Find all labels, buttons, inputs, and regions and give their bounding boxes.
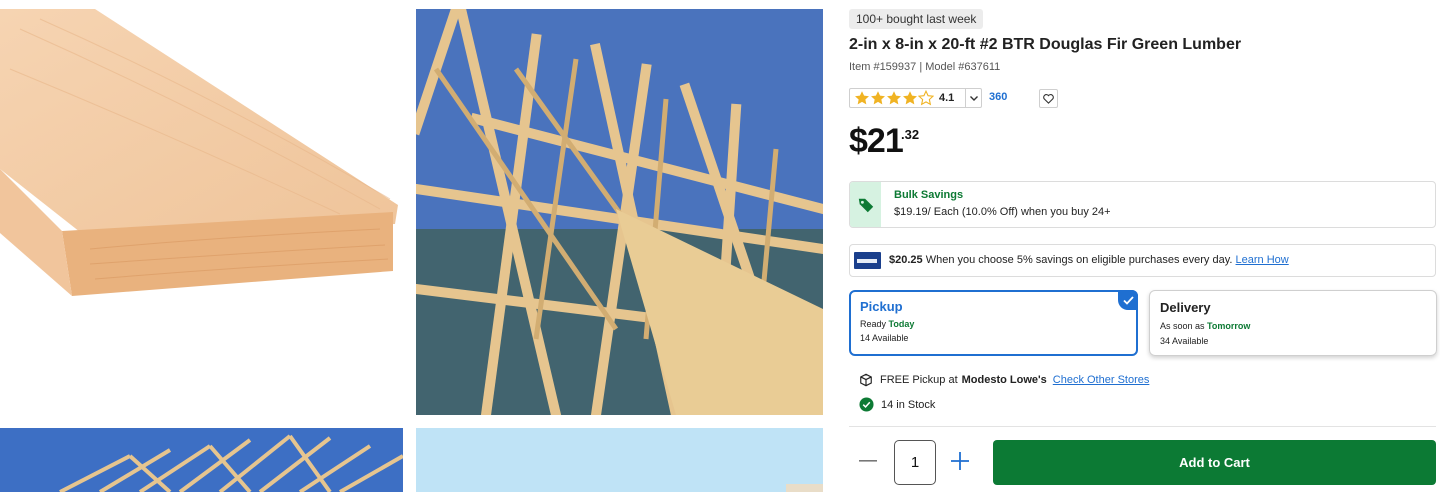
box-icon [860, 373, 872, 387]
learn-how-link[interactable]: Learn How [1236, 254, 1289, 266]
minus-icon [859, 460, 877, 462]
tag-icon [858, 198, 873, 212]
plus-icon [951, 452, 969, 470]
delivery-option[interactable]: Delivery As soon as Tomorrow 34 Availabl… [1149, 290, 1437, 356]
pickup-ready-label: Ready [860, 319, 887, 329]
pickup-title: Pickup [860, 299, 903, 314]
delivery-eta: As soon as Tomorrow [1160, 321, 1250, 331]
stock-row: 14 in Stock [859, 397, 935, 412]
promo-description: When you choose 5% savings on eligible p… [925, 254, 1233, 266]
divider [849, 426, 1436, 427]
delivery-eta-value: Tomorrow [1207, 321, 1251, 331]
review-count-link[interactable]: 360 [989, 91, 1007, 103]
product-title: 2-in x 8-in x 20-ft #2 BTR Douglas Fir G… [849, 36, 1242, 53]
promo-text: $20.25 When you choose 5% savings on eli… [889, 254, 1289, 266]
rating-widget[interactable]: 4.1 [849, 88, 982, 108]
bulk-savings-strip [850, 182, 881, 227]
pickup-option[interactable]: Pickup Ready Today 14 Available [849, 290, 1138, 356]
promo-amount: $20.25 [889, 254, 923, 266]
delivery-available: 34 Available [1160, 336, 1209, 346]
pickup-prefix: FREE Pickup at [880, 374, 958, 386]
bulk-savings-box: Bulk Savings $19.19/ Each (10.0% Off) wh… [849, 181, 1436, 228]
product-image-roof-truss-sky[interactable] [0, 428, 403, 492]
credit-card-promo: $20.25 When you choose 5% savings on eli… [849, 244, 1436, 277]
store-name: Modesto Lowe's [961, 374, 1047, 386]
add-to-cart-button[interactable]: Add to Cart [993, 440, 1436, 485]
star-icon [887, 91, 901, 105]
rating-value: 4.1 [939, 92, 955, 104]
star-icon [903, 91, 917, 105]
quantity-input[interactable]: 1 [894, 440, 936, 485]
selected-check-icon [1118, 290, 1138, 310]
pickup-ready-value: Today [888, 319, 915, 329]
pickup-available: 14 Available [860, 333, 909, 343]
bought-badge: 100+ bought last week [849, 9, 984, 29]
bulk-savings-title: Bulk Savings [894, 189, 964, 201]
credit-card-icon [854, 252, 881, 269]
check-circle-icon [859, 397, 874, 412]
bulk-savings-text: $19.19/ Each (10.0% Off) when you buy 24… [894, 206, 1111, 218]
product-ids: Item #159937 | Model #637611 [849, 61, 1001, 73]
star-icon [855, 91, 869, 105]
stock-text: 14 in Stock [881, 398, 936, 411]
star-rating [850, 90, 934, 106]
product-image-sky[interactable] [416, 428, 823, 492]
delivery-eta-label: As soon as [1160, 321, 1205, 331]
favorite-button[interactable] [1039, 89, 1058, 108]
quantity-decrease-button[interactable] [857, 450, 879, 472]
product-image-truss-framing[interactable] [416, 9, 823, 415]
pickup-ready: Ready Today [860, 319, 914, 329]
price-cents: .32 [901, 127, 920, 142]
star-outline-icon [918, 90, 934, 106]
star-icon [871, 91, 885, 105]
delivery-title: Delivery [1160, 300, 1211, 315]
check-other-stores-link[interactable]: Check Other Stores [1053, 374, 1150, 386]
heart-icon [1043, 93, 1054, 104]
price-dollars: $21 [849, 122, 904, 160]
pickup-store-row: FREE Pickup at Modesto Lowe's Check Othe… [859, 373, 1149, 387]
product-image-board[interactable] [0, 9, 403, 415]
chevron-down-icon[interactable] [965, 89, 981, 107]
quantity-increase-button[interactable] [949, 450, 971, 472]
